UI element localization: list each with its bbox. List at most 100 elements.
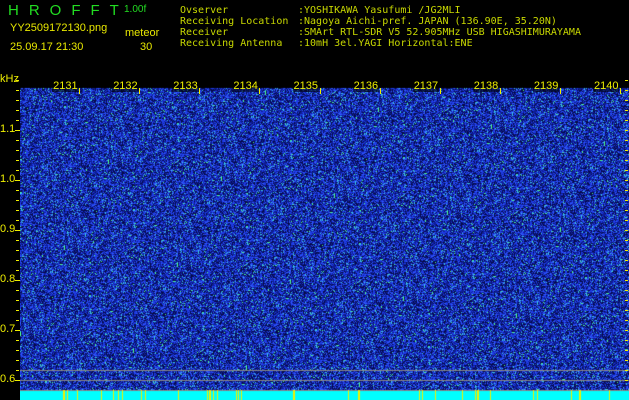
x-tick-label: 2136 xyxy=(352,80,380,92)
y-minor-tick xyxy=(16,330,19,331)
y-minor-tick xyxy=(625,100,628,101)
y-minor-tick xyxy=(625,130,628,131)
y-minor-tick xyxy=(16,130,19,131)
y-minor-tick xyxy=(16,160,19,161)
y-minor-tick xyxy=(16,190,19,191)
x-tick-mark xyxy=(319,88,321,94)
x-tick-label: 2131 xyxy=(52,80,79,92)
y-minor-tick xyxy=(16,280,19,281)
y-minor-tick xyxy=(16,300,19,301)
y-minor-tick xyxy=(625,110,628,111)
y-minor-tick xyxy=(625,280,628,281)
y-minor-tick xyxy=(16,370,19,371)
y-minor-tick xyxy=(625,340,628,341)
y-minor-tick xyxy=(625,140,628,141)
info-label: Ovserver xyxy=(180,5,229,16)
info-row: Receiver:SMArt RTL-SDR V5 52.905MHz USB … xyxy=(180,27,581,38)
y-minor-tick xyxy=(625,200,628,201)
y-minor-tick xyxy=(625,170,628,171)
y-minor-tick xyxy=(625,90,628,91)
info-row: Receiving Antenna :10mH 3el.YAGI Horizont… xyxy=(180,38,473,49)
y-minor-tick xyxy=(625,290,628,291)
y-minor-tick xyxy=(16,220,19,221)
info-value: :Nagoya Aichi-pref. JAPAN (136.90E, 35.2… xyxy=(298,16,557,27)
filename-label: YY2509172130.png xyxy=(10,22,108,34)
y-minor-tick xyxy=(625,190,628,191)
y-tick-label: 0.8 xyxy=(0,273,16,285)
y-minor-tick xyxy=(16,380,19,381)
y-minor-tick xyxy=(625,240,628,241)
x-tick-label: 2137 xyxy=(412,80,440,92)
spectrogram-heatmap xyxy=(20,80,629,400)
y-minor-tick xyxy=(625,300,628,301)
version-label: 1.00f xyxy=(124,4,147,15)
info-row: Ovserver :YOSHIKAWA Yasufumi /JG2MLI xyxy=(180,5,461,16)
count-label: 30 xyxy=(140,41,153,53)
x-tick-mark xyxy=(199,88,201,94)
y-tick-label: 1.1 xyxy=(0,123,16,135)
y-minor-tick xyxy=(16,80,19,81)
y-minor-tick xyxy=(16,260,19,261)
y-minor-tick xyxy=(625,380,628,381)
y-minor-tick xyxy=(625,220,628,221)
y-minor-tick xyxy=(16,340,19,341)
y-tick-label: 0.7 xyxy=(0,323,16,335)
x-tick-mark xyxy=(620,88,621,94)
datetime-label: 25.09.17 21:30 xyxy=(10,41,84,53)
y-minor-tick xyxy=(625,250,628,251)
y-minor-tick xyxy=(16,250,19,251)
x-tick-mark xyxy=(559,88,561,94)
y-minor-tick xyxy=(16,310,19,311)
y-minor-tick xyxy=(16,140,19,141)
y-minor-tick xyxy=(625,80,628,81)
y-minor-tick xyxy=(625,230,628,231)
y-minor-tick xyxy=(16,180,19,181)
x-tick-label: 2140 xyxy=(593,80,620,92)
x-tick-mark xyxy=(499,88,501,94)
y-minor-tick xyxy=(625,150,628,151)
y-tick-label: 1.0 xyxy=(0,173,16,185)
y-minor-tick xyxy=(16,90,19,91)
info-value: :YOSHIKAWA Yasufumi /JG2MLI xyxy=(298,5,461,16)
y-minor-tick xyxy=(625,310,628,311)
y-minor-tick xyxy=(16,350,19,351)
y-minor-tick xyxy=(625,350,628,351)
y-minor-tick xyxy=(625,360,628,361)
info-value: :SMArt RTL-SDR V5 52.905MHz USB HIGASHIM… xyxy=(298,27,581,38)
y-tick-label: 0.6 xyxy=(0,373,16,385)
info-label: Receiving Location xyxy=(180,16,289,27)
x-tick-label: 2134 xyxy=(232,80,259,92)
y-minor-tick xyxy=(625,210,628,211)
x-tick-label: 2139 xyxy=(532,80,560,92)
y-tick-label: 0.9 xyxy=(0,223,16,235)
info-row: Receiving Location :Nagoya Aichi-pref. JA… xyxy=(180,16,557,27)
x-tick-mark xyxy=(379,88,381,94)
y-minor-tick xyxy=(16,360,19,361)
info-label: Receiving Antenna xyxy=(180,38,283,49)
x-tick-label: 2133 xyxy=(172,80,199,92)
y-minor-tick xyxy=(16,100,19,101)
y-minor-tick xyxy=(625,120,628,121)
x-tick-mark xyxy=(259,88,261,94)
y-minor-tick xyxy=(625,260,628,261)
y-minor-tick xyxy=(16,170,19,171)
y-minor-tick xyxy=(625,330,628,331)
y-minor-tick xyxy=(16,200,19,201)
info-value: :10mH 3el.YAGI Horizontal:ENE xyxy=(298,38,473,49)
x-tick-label: 2135 xyxy=(292,80,319,92)
y-minor-tick xyxy=(16,110,19,111)
y-minor-tick xyxy=(16,120,19,121)
y-minor-tick xyxy=(625,320,628,321)
hrofft-window: HROFFT 1.00f YY2509172130.png 25.09.17 2… xyxy=(0,0,629,400)
y-minor-tick xyxy=(625,180,628,181)
x-tick-label: 2138 xyxy=(472,80,500,92)
y-minor-tick xyxy=(16,240,19,241)
mode-label: meteor xyxy=(125,27,160,39)
y-minor-tick xyxy=(625,160,628,161)
y-minor-tick xyxy=(625,370,628,371)
x-tick-mark xyxy=(79,88,81,94)
y-minor-tick xyxy=(16,230,19,231)
y-axis-unit: kHz xyxy=(0,73,19,85)
y-minor-tick xyxy=(625,270,628,271)
y-minor-tick xyxy=(16,290,19,291)
